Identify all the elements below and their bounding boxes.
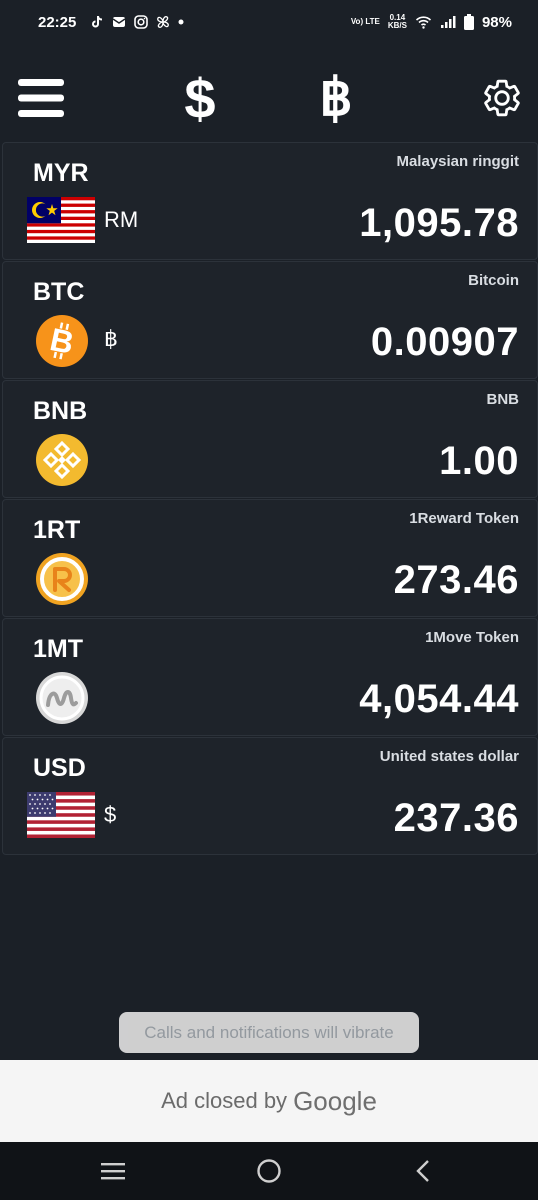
status-time: 22:25 (38, 13, 77, 31)
gear-icon (484, 79, 520, 117)
currency-amount: 4,054.44 (359, 677, 519, 721)
bitcoin-icon: B (36, 315, 88, 367)
settings-button[interactable] (478, 74, 526, 122)
currency-code: USD (33, 754, 86, 782)
ad-banner[interactable]: Ad closed by Google (0, 1060, 538, 1142)
currency-amount: 1,095.78 (359, 201, 519, 245)
currency-row-1mt[interactable]: 1MT 1Move Token 4,054.44 (2, 618, 538, 736)
currency-code: MYR (33, 159, 89, 187)
toast-message: Calls and notifications will vibrate (119, 1012, 419, 1053)
currency-name: BNB (486, 391, 520, 408)
fiat-currency-button[interactable]: $ (170, 64, 230, 132)
tiktok-icon (92, 15, 103, 28)
ad-closed-text: Ad closed by (161, 1088, 288, 1113)
currency-row-myr[interactable]: MYR Malaysian ringgit RM 1,095.78 (2, 142, 538, 260)
app-toolbar: $ ฿ (0, 60, 538, 136)
currency-code: BTC (33, 278, 85, 306)
currency-name: 1Move Token (425, 629, 519, 646)
currency-list: MYR Malaysian ringgit RM 1,095.78 BTC Bi… (2, 142, 538, 856)
usa-flag-icon (27, 792, 95, 838)
pinwheel-icon (157, 16, 170, 28)
battery-icon (463, 14, 474, 30)
volte-indicator: Vo) LTE (350, 17, 380, 26)
currency-row-btc[interactable]: BTC Bitcoin B ฿ 0.00907 (2, 261, 538, 379)
google-logo: Google (293, 1085, 377, 1116)
1move-token-icon (36, 672, 88, 724)
back-button[interactable] (408, 1156, 438, 1186)
home-button[interactable] (254, 1156, 284, 1186)
instagram-icon (134, 15, 149, 29)
currency-row-1rt[interactable]: 1RT 1Reward Token 273.46 (2, 499, 538, 617)
currency-name: Bitcoin (468, 272, 519, 289)
currency-code: 1MT (33, 635, 83, 663)
mail-icon (112, 17, 126, 27)
hamburger-menu-icon (18, 79, 64, 117)
malaysia-flag-icon (27, 197, 95, 243)
battery-percentage: 98% (481, 13, 512, 31)
crypto-currency-button[interactable]: ฿ (306, 64, 366, 132)
1reward-token-icon (36, 553, 88, 605)
currency-row-usd[interactable]: USD United states dollar $ 237.36 (2, 737, 538, 855)
currency-code: BNB (33, 397, 88, 425)
status-bar: 22:25 Vo) LTE 0.14 KB/S 98% (0, 0, 538, 44)
wifi-icon (415, 16, 432, 29)
currency-name: United states dollar (379, 748, 519, 765)
back-icon (416, 1160, 429, 1182)
currency-amount: 0.00907 (370, 320, 519, 364)
currency-code: 1RT (33, 516, 81, 544)
recent-apps-icon (101, 1163, 125, 1180)
notification-dot-icon (178, 19, 184, 25)
currency-row-bnb[interactable]: BNB BNB 1.00 (2, 380, 538, 498)
currency-symbol: $ (104, 802, 117, 827)
currency-symbol: RM (104, 207, 139, 232)
currency-name: Malaysian ringgit (396, 153, 519, 170)
bnb-icon (36, 434, 88, 486)
system-navigation-bar (0, 1142, 538, 1200)
signal-icon (440, 16, 456, 28)
home-icon (257, 1159, 281, 1183)
recent-apps-button[interactable] (98, 1156, 128, 1186)
menu-button[interactable] (16, 76, 66, 120)
currency-amount: 273.46 (393, 558, 519, 602)
currency-symbol: ฿ (104, 326, 118, 351)
currency-name: 1Reward Token (409, 510, 519, 527)
currency-amount: 237.36 (393, 796, 519, 840)
network-speed: 0.14 KB/S (387, 13, 407, 30)
currency-amount: 1.00 (439, 439, 519, 483)
